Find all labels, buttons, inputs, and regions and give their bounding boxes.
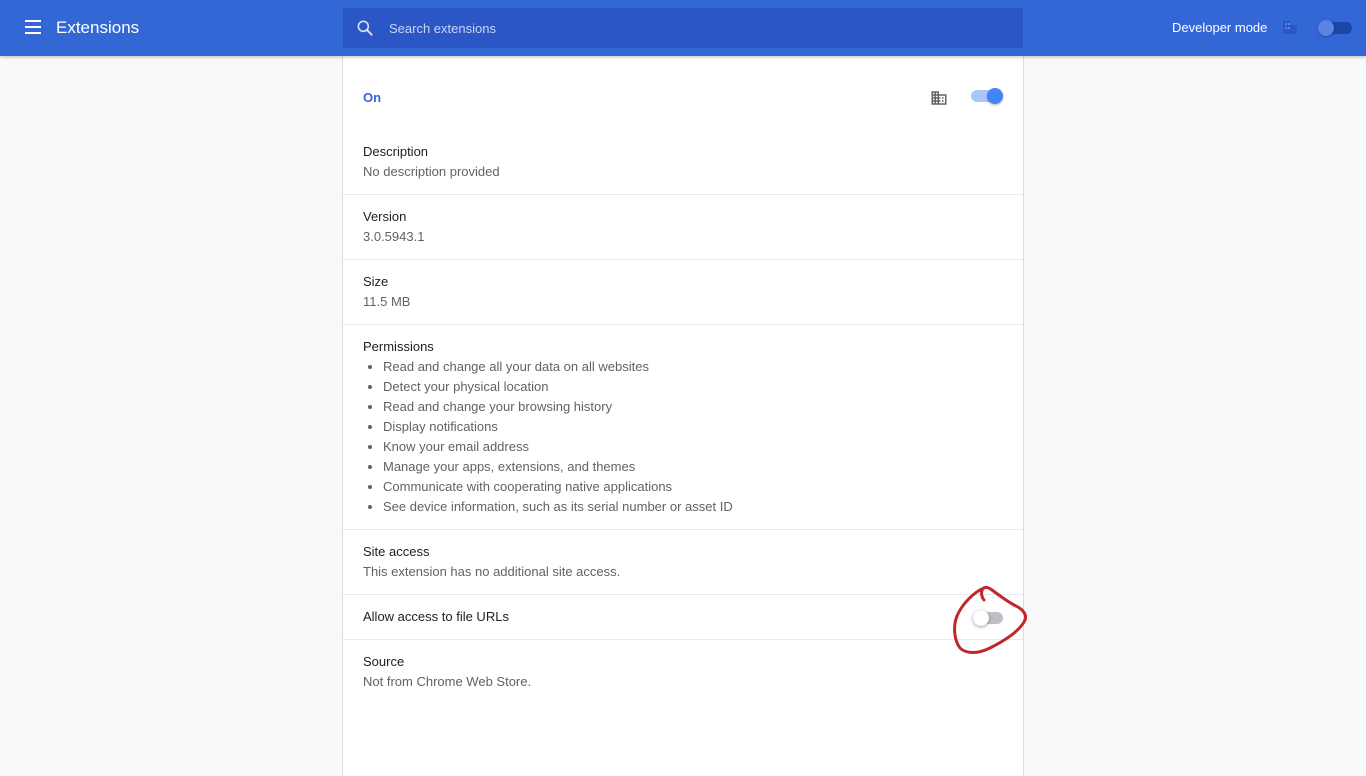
status-label: On <box>363 90 382 105</box>
page-title: Extensions <box>56 18 140 37</box>
site-access-label: Site access <box>363 544 430 559</box>
size-label: Size <box>363 274 389 289</box>
search-icon <box>357 20 373 36</box>
source-value: Not from Chrome Web Store. <box>363 674 532 689</box>
file-urls-toggle[interactable] <box>973 609 1007 627</box>
permission-item: Manage your apps, extensions, and themes <box>383 457 733 477</box>
source-label: Source <box>363 654 405 669</box>
permission-item: Know your email address <box>383 437 733 457</box>
permission-item: Read and change your browsing history <box>383 397 733 417</box>
extension-enabled-toggle[interactable] <box>971 87 1005 105</box>
building-icon <box>931 91 947 105</box>
extension-details-card: On Description No description provided V… <box>342 56 1024 776</box>
toolbar: Extensions Developer mode <box>0 0 1366 56</box>
developer-mode-label: Developer mode <box>1172 20 1268 35</box>
building-icon <box>1283 21 1297 34</box>
version-row: Version 3.0.5943.1 <box>343 195 1023 260</box>
site-access-value: This extension has no additional site ac… <box>363 564 621 579</box>
search-box[interactable] <box>343 8 1023 48</box>
permission-item: Display notifications <box>383 417 733 437</box>
description-label: Description <box>363 144 429 159</box>
permissions-row: Permissions Read and change all your dat… <box>343 325 1023 530</box>
search-input[interactable] <box>389 8 1009 48</box>
permissions-label: Permissions <box>363 339 434 354</box>
size-row: Size 11.5 MB <box>343 260 1023 325</box>
description-row: Description No description provided <box>343 140 1023 195</box>
developer-mode-toggle[interactable] <box>1318 20 1352 36</box>
permission-item: See device information, such as its seri… <box>383 497 733 517</box>
status-row: On <box>343 56 1023 140</box>
description-value: No description provided <box>363 164 500 179</box>
permission-item: Communicate with cooperating native appl… <box>383 477 733 497</box>
file-urls-label: Allow access to file URLs <box>363 609 509 624</box>
developer-mode-toggle-knob <box>1318 20 1334 36</box>
extension-enabled-toggle-knob <box>987 88 1003 104</box>
permission-item: Read and change all your data on all web… <box>383 357 733 377</box>
permissions-list: Read and change all your data on all web… <box>363 357 733 517</box>
source-row: Source Not from Chrome Web Store. <box>343 640 1023 705</box>
file-urls-toggle-knob <box>973 610 989 626</box>
permission-item: Detect your physical location <box>383 377 733 397</box>
version-label: Version <box>363 209 407 224</box>
menu-button[interactable] <box>22 18 46 38</box>
site-access-row: Site access This extension has no additi… <box>343 530 1023 595</box>
version-value: 3.0.5943.1 <box>363 229 425 244</box>
size-value: 11.5 MB <box>363 294 411 309</box>
file-urls-row: Allow access to file URLs <box>343 595 1023 640</box>
